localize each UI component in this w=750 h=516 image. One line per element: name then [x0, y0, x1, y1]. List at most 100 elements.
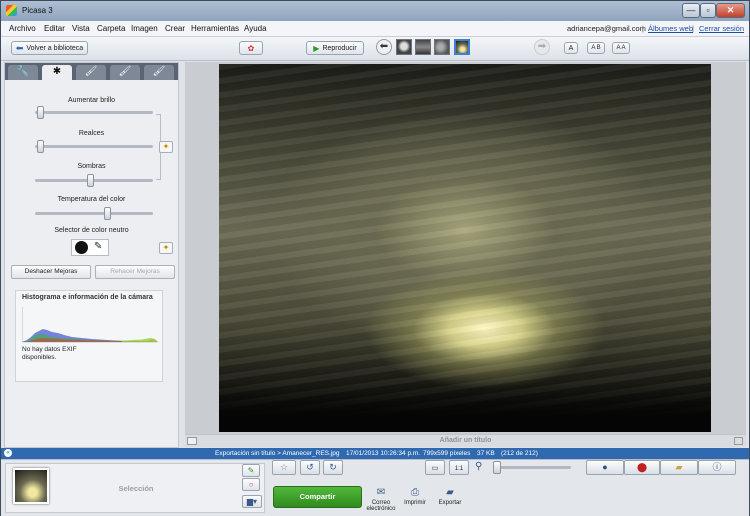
menu-carpeta[interactable]: Carpeta: [97, 24, 125, 33]
tab-effects-1[interactable]: 🖌: [76, 65, 106, 80]
status-count: (212 de 212): [501, 450, 538, 457]
hold-pin-button[interactable]: ✎: [242, 464, 260, 477]
highlights-label: Realces: [78, 130, 105, 137]
arrow-right-icon: ➡: [537, 41, 547, 52]
temperature-slider[interactable]: [35, 207, 153, 220]
brush-green-icon: 🖌: [118, 66, 132, 77]
window-title: Picasa 3: [22, 6, 53, 15]
brightness-slider[interactable]: [35, 106, 153, 119]
filmstrip-thumb[interactable]: [415, 39, 431, 55]
properties-button[interactable]: ⓘ: [698, 460, 736, 475]
temperature-label: Temperatura del color: [57, 196, 126, 203]
auto-color-button[interactable]: ✦: [159, 242, 173, 254]
previous-photo-button[interactable]: ⬅: [376, 39, 392, 55]
temperature-knob[interactable]: [104, 207, 111, 220]
tab-effects-2[interactable]: 🖌: [110, 65, 140, 80]
shadows-slider[interactable]: [35, 174, 153, 187]
album-icon: ▆▾: [246, 497, 258, 506]
back-to-library-button[interactable]: ⬅ Volver a biblioteca: [11, 41, 88, 55]
photo-viewer: [185, 62, 746, 434]
status-path: Exportación sin título > Amanecer_RES.jp…: [215, 450, 340, 457]
menu-imagen[interactable]: Imagen: [131, 24, 158, 33]
menu-herramientas[interactable]: Herramientas: [191, 24, 239, 33]
status-date: 17/01/2013 10:26:34 p.m.: [346, 450, 421, 457]
brightness-knob[interactable]: [37, 106, 44, 119]
text-view-a-button[interactable]: A: [564, 42, 578, 54]
arrow-left-icon: ⬅: [15, 42, 24, 53]
menu-archivo[interactable]: Archivo: [9, 24, 36, 33]
sign-out-link[interactable]: Cerrar sesión: [699, 24, 744, 33]
highlights-knob[interactable]: [37, 140, 44, 153]
tab-effects-3[interactable]: 🖌: [144, 65, 174, 80]
play-icon: ▶: [313, 43, 320, 53]
menu-editar[interactable]: Editar: [44, 24, 65, 33]
add-to-album-button[interactable]: ▆▾: [242, 495, 262, 508]
collage-button[interactable]: ✿: [239, 41, 263, 55]
photo-image[interactable]: [219, 64, 711, 432]
tag-icon: ▰: [675, 462, 683, 472]
histogram-chart: [22, 307, 158, 343]
tags-button[interactable]: ▰: [660, 460, 698, 475]
maximize-button[interactable]: ▫: [700, 3, 716, 18]
menu-bar: Archivo Editar Vista Carpeta Imagen Crea…: [1, 21, 749, 37]
account-email: adriancepa@gmail.com: [567, 24, 646, 33]
web-albums-link[interactable]: Álbumes web: [648, 24, 693, 33]
people-button[interactable]: ●: [586, 460, 624, 475]
person-icon: ●: [602, 462, 608, 472]
minimize-button[interactable]: —: [682, 3, 700, 18]
text-view-ab-button[interactable]: A B: [587, 42, 605, 54]
slideshow-button[interactable]: ▶ Reproducir: [306, 41, 364, 55]
auto-contrast-button[interactable]: ✦: [159, 141, 173, 153]
redo-fixes-button[interactable]: Rehacer Mejoras: [95, 265, 175, 279]
menu-separator: |: [642, 24, 644, 33]
menu-vista[interactable]: Vista: [72, 24, 90, 33]
pin-green-icon: ✎: [247, 466, 255, 475]
share-button[interactable]: Compartir: [273, 486, 362, 508]
rotate-right-button[interactable]: ↻: [323, 460, 343, 475]
caption-resize-icon[interactable]: [734, 437, 743, 445]
no-exif-text: No hay datos EXIF disponibles.: [22, 346, 77, 361]
filmstrip-thumb-selected[interactable]: [454, 39, 470, 55]
zoom-icon: ⚲: [475, 461, 483, 472]
menu-crear[interactable]: Crear: [165, 24, 185, 33]
next-photo-button[interactable]: ➡: [534, 39, 550, 55]
status-dimensions: 799x599 píxeles: [423, 450, 471, 457]
actual-size-button[interactable]: 1:1: [449, 460, 469, 475]
horizon-shadow: [219, 382, 711, 432]
highlights-slider[interactable]: [35, 140, 153, 153]
eyedropper-icon[interactable]: ✎: [94, 241, 102, 252]
shadows-knob[interactable]: [87, 174, 94, 187]
clear-selection-button[interactable]: ○: [242, 478, 260, 491]
zoom-slider[interactable]: [493, 461, 571, 474]
tab-tuning[interactable]: ✱: [42, 65, 72, 80]
undo-fixes-button[interactable]: Deshacer Mejoras: [11, 265, 91, 279]
text-view-aa-button[interactable]: A A: [612, 42, 630, 54]
filmstrip-thumb[interactable]: [434, 39, 450, 55]
rotate-left-icon: ↺: [306, 462, 314, 472]
text-view-aa-label: A A: [616, 45, 626, 51]
tab-basic-fixes[interactable]: 🔧: [8, 65, 38, 80]
star-button[interactable]: ☆: [272, 460, 296, 475]
close-button[interactable]: ✕: [716, 3, 745, 18]
picasa-app-icon: [6, 5, 17, 16]
print-action[interactable]: ⎙ Imprimir: [399, 487, 431, 506]
places-button[interactable]: ⬤: [624, 460, 660, 475]
text-view-a-label: A: [568, 44, 574, 52]
rotate-left-button[interactable]: ↺: [300, 460, 320, 475]
printer-icon: ⎙: [411, 487, 419, 498]
menu-separator: |: [692, 24, 694, 33]
fit-view-button[interactable]: ▭: [425, 460, 445, 475]
email-label: Correo electrónico: [366, 500, 396, 512]
email-action[interactable]: ✉ Correo electrónico: [365, 487, 397, 512]
one-to-one-icon: 1:1: [454, 466, 464, 472]
menu-ayuda[interactable]: Ayuda: [244, 24, 267, 33]
picasa-window: Picasa 3 — ▫ ✕ Archivo Editar Vista Carp…: [0, 0, 750, 516]
filmstrip-thumb[interactable]: [396, 39, 412, 55]
export-action[interactable]: ▰ Exportar: [434, 487, 466, 506]
map-pin-icon: ⬤: [636, 462, 648, 472]
zoom-knob[interactable]: [493, 461, 501, 474]
title-bar: Picasa 3 — ▫ ✕: [1, 1, 749, 21]
caption-input[interactable]: Añadir un título: [185, 437, 746, 444]
collapse-icon[interactable]: «: [4, 449, 12, 457]
text-view-ab-label: A B: [591, 45, 601, 51]
